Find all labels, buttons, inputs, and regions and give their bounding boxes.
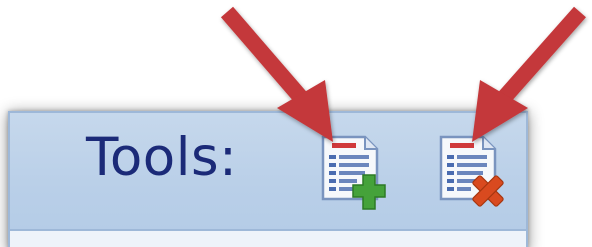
delete-row-button[interactable] <box>435 133 513 211</box>
document-add-icon <box>321 135 386 210</box>
document-delete-icon <box>439 135 504 207</box>
screenshot-stage: Tools: <box>0 0 592 247</box>
toolbar-bottom-edge <box>10 229 526 247</box>
tools-label: Tools: <box>86 127 238 188</box>
add-row-button[interactable] <box>317 133 395 211</box>
tools-toolbar: Tools: <box>8 111 528 247</box>
